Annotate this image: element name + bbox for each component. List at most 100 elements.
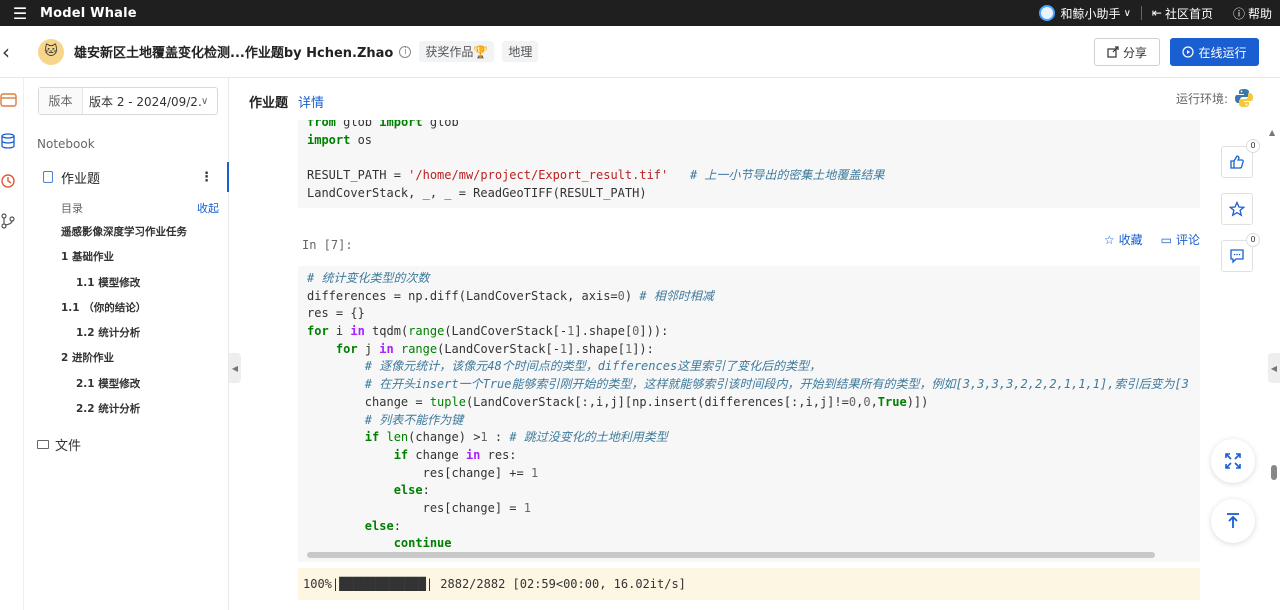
run-online-button[interactable]: 在线运行: [1170, 38, 1259, 66]
toc-item[interactable]: 1 基础作业: [61, 249, 221, 274]
community-link[interactable]: ⇤ 社区首页: [1142, 5, 1223, 22]
code-line: # 统计变化类型的次数: [307, 271, 430, 285]
chevron-down-icon: ∨: [1123, 7, 1131, 19]
toc-label: 目录: [61, 202, 83, 215]
run-label: 在线运行: [1198, 45, 1247, 60]
project-title: 雄安新区土地覆盖变化检测...作业题by Hchen.Zhao: [74, 46, 394, 61]
back-to-top-button[interactable]: [1211, 499, 1255, 543]
comment-icon: ▭: [1160, 232, 1172, 247]
clock-icon[interactable]: [0, 173, 18, 189]
share-label: 分享: [1122, 45, 1147, 60]
toc-item[interactable]: 1.1 模型修改: [61, 275, 221, 300]
toc-item[interactable]: 1.2 统计分析: [61, 325, 221, 350]
code-cell-1[interactable]: from glob import glob import os RESULT_P…: [298, 120, 1200, 208]
brand-logo[interactable]: Model Whale: [40, 6, 137, 21]
cell-actions: ☆ 收藏 ▭ 评论: [1086, 231, 1200, 248]
favorite-label: 收藏: [1118, 233, 1143, 247]
star-icon: [1229, 201, 1245, 217]
comment-button[interactable]: ▭ 评论: [1161, 231, 1200, 248]
star-button[interactable]: [1221, 193, 1253, 225]
code-line: res[change] = 1: [307, 500, 531, 515]
back-arrow-icon[interactable]: ‹: [2, 40, 22, 64]
horizontal-scrollbar[interactable]: [307, 552, 1155, 558]
share-button[interactable]: 分享: [1094, 38, 1160, 66]
comment-count: 0: [1246, 233, 1260, 247]
notebook-item[interactable]: 作业题 ⋮: [24, 162, 229, 192]
exit-icon: ⇤: [1151, 6, 1162, 20]
assistant-menu[interactable]: 和鲸小助手 ∨: [1029, 5, 1141, 22]
files-section[interactable]: 文件: [37, 435, 81, 454]
code-line: from glob import glob: [307, 120, 459, 129]
code-line: LandCoverStack, _, _ = ReadGeoTIFF(RESUL…: [307, 185, 647, 200]
play-circle-icon: [1182, 46, 1195, 58]
code-line: res = {}: [307, 306, 365, 321]
code-line: continue: [393, 536, 452, 551]
message-icon: [1230, 249, 1244, 264]
files-label: 文件: [55, 439, 82, 454]
folder-icon: [37, 440, 49, 449]
avatar[interactable]: 🐱: [38, 38, 64, 65]
toc-item[interactable]: 2.2 统计分析: [61, 401, 221, 426]
tag-award[interactable]: 获奖作品🏆: [419, 41, 495, 62]
fullscreen-button[interactable]: [1211, 439, 1255, 483]
favorite-button[interactable]: ☆ 收藏: [1104, 231, 1143, 248]
database-icon[interactable]: [0, 133, 18, 149]
assistant-label: 和鲸小助手: [1060, 6, 1121, 21]
more-options-icon[interactable]: ⋮: [200, 170, 213, 185]
section-notebook: Notebook: [37, 137, 95, 151]
code-cell-2[interactable]: # 统计变化类型的次数 differences = np.diff(LandCo…: [298, 266, 1200, 562]
notebook-name: 作业题: [61, 171, 101, 187]
runtime-environment: 运行环境:: [1176, 88, 1254, 108]
version-value: 版本 2 - 2024/09/2...: [89, 94, 201, 109]
menu-icon[interactable]: ☰: [0, 4, 40, 23]
scroll-up-arrow-icon[interactable]: ▲: [1269, 128, 1275, 137]
code-line: else:: [364, 518, 401, 533]
help-link[interactable]: ⓘ 帮助: [1223, 5, 1280, 22]
cell-output: 100%|████████████| 2882/2882 [02:59<00:0…: [298, 568, 1200, 600]
expand-icon: [1225, 453, 1241, 469]
info-icon[interactable]: i: [399, 45, 412, 58]
table-of-contents: 遥感影像深度学习作业任务 1 基础作业 1.1 模型修改 1.1 （你的结论） …: [61, 224, 221, 426]
toc-item[interactable]: 2.1 模型修改: [61, 376, 221, 401]
star-outline-icon: ☆: [1103, 232, 1115, 247]
collapse-toc-button[interactable]: 收起: [197, 200, 219, 216]
code-line: for i in tqdm(range(LandCoverStack[-1].s…: [307, 324, 669, 339]
help-label: 帮助: [1247, 6, 1272, 21]
env-label: 运行环境:: [1175, 91, 1228, 106]
notebook-main: 作业题 详情 运行环境: from glob import glob impor…: [230, 78, 1280, 610]
comment-float-button[interactable]: 0: [1221, 233, 1260, 272]
share-icon: [1107, 46, 1119, 58]
like-count: 0: [1246, 139, 1260, 153]
python-icon: [1235, 89, 1253, 107]
cell-prompt: In [7]:: [302, 238, 353, 252]
notebook-sidebar: 版本 版本 2 - 2024/09/2... ∨ Notebook 作业题 ⋮ …: [24, 78, 229, 610]
code-line: differences = np.diff(LandCoverStack, ax…: [307, 288, 714, 303]
branch-icon[interactable]: [0, 213, 18, 229]
icon-rail: [0, 78, 24, 610]
tab-assignment[interactable]: 作业题: [249, 92, 288, 111]
tag-geography[interactable]: 地理: [502, 41, 539, 62]
toc-item[interactable]: 遥感影像深度学习作业任务: [61, 224, 221, 249]
code-line: # 列表不能作为键: [364, 412, 464, 427]
toc-item[interactable]: 1.1 （你的结论）: [61, 300, 221, 325]
toc-header: 目录 收起: [61, 200, 219, 216]
code-line: change = tuple(LandCoverStack[:,i,j][np.…: [307, 394, 929, 409]
code-line: res[change] += 1: [307, 465, 539, 480]
version-select[interactable]: 版本 版本 2 - 2024/09/2... ∨: [38, 87, 218, 115]
scrollbar-thumb[interactable]: [1271, 465, 1277, 480]
toc-item[interactable]: 2 进阶作业: [61, 350, 221, 375]
arrow-up-icon: [1227, 513, 1239, 528]
chevron-down-icon: ∨: [201, 95, 209, 107]
help-icon: ⓘ: [1232, 6, 1245, 21]
code-line: if len(change) >1 : # 跳过没变化的土地利用类型: [364, 430, 668, 445]
notebook-icon[interactable]: [0, 92, 18, 108]
tab-details[interactable]: 详情: [298, 92, 324, 111]
code-line: RESULT_PATH = '/home/mw/project/Export_r…: [307, 168, 885, 183]
code-line: import os: [307, 132, 373, 147]
community-label: 社区首页: [1164, 6, 1213, 21]
like-button[interactable]: 0: [1221, 139, 1260, 178]
expand-right-panel-handle[interactable]: ◀: [1268, 353, 1280, 383]
thumbs-up-icon: [1230, 155, 1244, 169]
top-bar: ☰ Model Whale 和鲸小助手 ∨ ⇤ 社区首页 ⓘ 帮助: [0, 0, 1280, 26]
